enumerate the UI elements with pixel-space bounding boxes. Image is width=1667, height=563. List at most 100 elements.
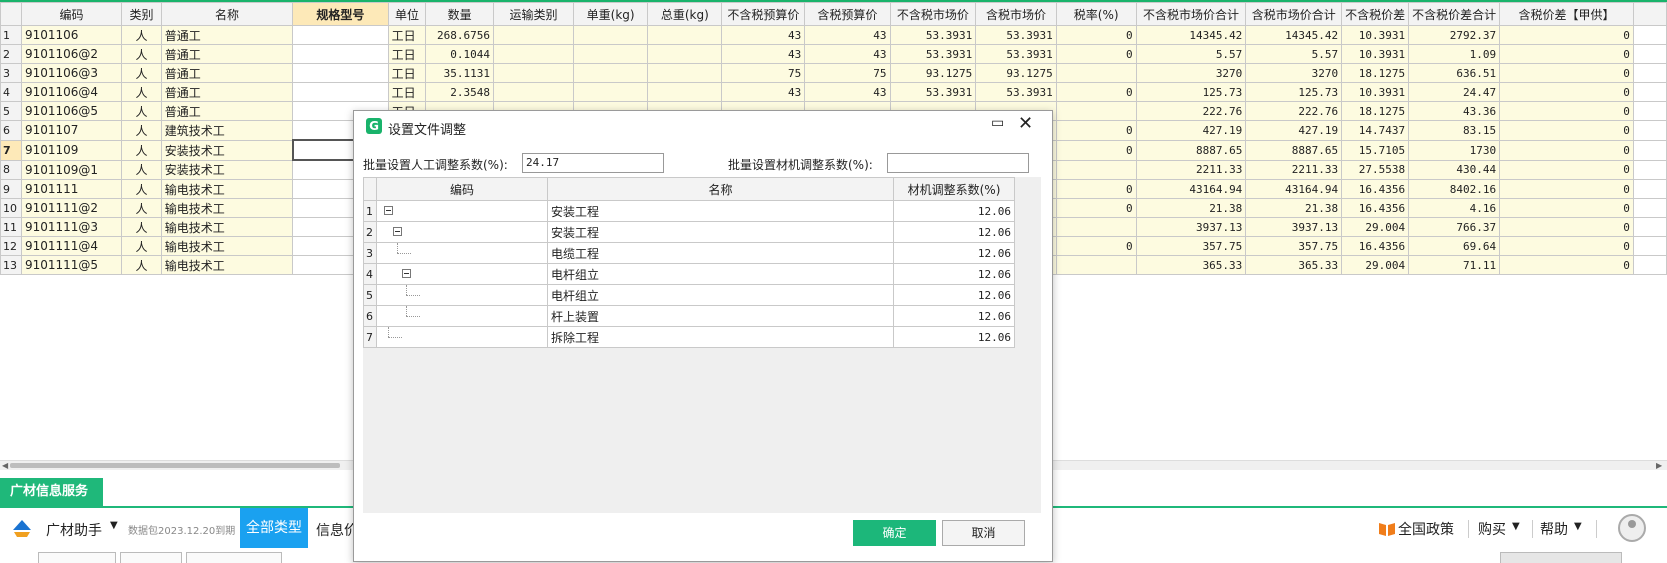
collapse-icon[interactable] xyxy=(402,269,411,278)
cell[interactable] xyxy=(292,44,389,64)
cell-d1[interactable]: 15.7105 xyxy=(1341,139,1410,161)
cell-tax[interactable] xyxy=(1055,159,1137,180)
column-header[interactable]: 单重(kg) xyxy=(572,2,649,26)
user-avatar-icon[interactable] xyxy=(1618,514,1646,542)
buy-dropdown-icon[interactable]: ▼ xyxy=(1512,521,1520,532)
cell-cat[interactable]: 人 xyxy=(121,25,162,45)
column-header[interactable]: 不含税市场价合计 xyxy=(1135,2,1247,26)
cell-d1[interactable]: 14.7437 xyxy=(1341,120,1410,141)
cell-d2[interactable]: 636.51 xyxy=(1408,63,1501,83)
cell-qty[interactable]: 2.3548 xyxy=(425,82,494,102)
cell-cat[interactable]: 人 xyxy=(121,217,162,237)
tree-code-cell[interactable] xyxy=(376,242,548,264)
cell-t1[interactable]: 8887.65 xyxy=(1135,139,1247,161)
tree-code-cell[interactable] xyxy=(376,305,548,327)
cell-code[interactable]: 9101109 xyxy=(20,139,123,161)
cell-d1[interactable]: 29.004 xyxy=(1341,255,1410,275)
cell-code[interactable]: 9101106@5 xyxy=(20,101,123,121)
cell-p1[interactable]: 75 xyxy=(721,63,806,83)
cell-cat[interactable]: 人 xyxy=(121,63,162,83)
tree-coef-cell[interactable]: 12.06 xyxy=(893,242,1015,264)
cell-name[interactable]: 建筑技术工 xyxy=(160,120,294,141)
cell-t2[interactable]: 427.19 xyxy=(1245,120,1343,141)
cell-name[interactable]: 输电技术工 xyxy=(160,198,294,218)
cell[interactable] xyxy=(493,25,574,45)
cell-d2[interactable]: 4.16 xyxy=(1408,198,1501,218)
help-dropdown-icon[interactable]: ▼ xyxy=(1574,521,1582,532)
cell-d2[interactable]: 1.09 xyxy=(1408,44,1501,64)
cell-qty[interactable]: 35.1131 xyxy=(425,63,494,83)
cell-name[interactable]: 普通工 xyxy=(160,44,294,64)
cell-t1[interactable]: 357.75 xyxy=(1135,236,1247,256)
cell[interactable] xyxy=(572,44,649,64)
cell-name[interactable]: 普通工 xyxy=(160,101,294,121)
tree-row[interactable]: 3 电缆工程 12.06 xyxy=(363,242,1015,264)
cell[interactable] xyxy=(493,82,574,102)
cell-cat[interactable]: 人 xyxy=(121,120,162,141)
cell-code[interactable]: 9101109@1 xyxy=(20,159,123,180)
cell-t2[interactable]: 14345.42 xyxy=(1245,25,1343,45)
cell-t1[interactable]: 21.38 xyxy=(1135,198,1247,218)
table-row[interactable]: 4 9101106@4 人普通工 工日 2.3548 43 43 53.3931 53.3931… xyxy=(0,82,1667,102)
cell-d3[interactable]: 0 xyxy=(1499,82,1634,102)
cell-unit[interactable]: 工日 xyxy=(387,25,427,45)
cell-t2[interactable]: 5.57 xyxy=(1245,44,1343,64)
cell-unit[interactable]: 工日 xyxy=(387,44,427,64)
cell-t1[interactable]: 5.57 xyxy=(1135,44,1247,64)
cell-t1[interactable]: 125.73 xyxy=(1135,82,1247,102)
cell-p2[interactable]: 75 xyxy=(804,63,891,83)
tree-name-cell[interactable]: 安装工程 xyxy=(547,221,894,243)
cell-code[interactable]: 9101111 xyxy=(20,179,123,199)
cell-code[interactable]: 9101107 xyxy=(20,120,123,141)
cell-t2[interactable]: 21.38 xyxy=(1245,198,1343,218)
cell-d2[interactable]: 69.64 xyxy=(1408,236,1501,256)
tree-row[interactable]: 7 拆除工程 12.06 xyxy=(363,326,1015,348)
cell-tax[interactable] xyxy=(1055,63,1137,83)
cell-d3[interactable]: 0 xyxy=(1499,179,1634,199)
cell-p3[interactable]: 53.3931 xyxy=(889,25,977,45)
tree-coef-cell[interactable]: 12.06 xyxy=(893,263,1015,285)
cell-cat[interactable]: 人 xyxy=(121,198,162,218)
cell-d3[interactable]: 0 xyxy=(1499,198,1634,218)
column-header[interactable]: 不含税市场价 xyxy=(889,2,977,26)
cell-p1[interactable]: 43 xyxy=(721,82,806,102)
column-header[interactable]: 含税市场价合计 xyxy=(1245,2,1343,26)
cell-p1[interactable]: 43 xyxy=(721,44,806,64)
cell[interactable] xyxy=(292,82,389,102)
cell-cat[interactable]: 人 xyxy=(121,236,162,256)
cell-d2[interactable]: 430.44 xyxy=(1408,159,1501,180)
cell-d1[interactable]: 10.3931 xyxy=(1341,82,1410,102)
cell-name[interactable]: 普通工 xyxy=(160,63,294,83)
service-tab[interactable]: 广材信息服务 xyxy=(0,478,103,506)
bottom-field[interactable] xyxy=(1500,552,1622,563)
cell-t2[interactable]: 222.76 xyxy=(1245,101,1343,121)
cell-cat[interactable]: 人 xyxy=(121,255,162,275)
column-header[interactable]: 编码 xyxy=(20,2,123,26)
bottom-field[interactable] xyxy=(186,552,282,563)
cell-t2[interactable]: 8887.65 xyxy=(1245,139,1343,161)
assistant-dropdown-icon[interactable]: ▼ xyxy=(110,520,118,531)
tree-column-header[interactable]: 材机调整系数(%) xyxy=(893,177,1015,201)
cell-t2[interactable]: 125.73 xyxy=(1245,82,1343,102)
cell-t2[interactable]: 357.75 xyxy=(1245,236,1343,256)
table-row[interactable]: 1 9101106 人普通工 工日 268.6756 43 43 53.3931 53.3931… xyxy=(0,25,1667,45)
column-header[interactable]: 数量 xyxy=(425,2,494,26)
cell[interactable] xyxy=(493,44,574,64)
cell-code[interactable]: 9101106@2 xyxy=(20,44,123,64)
cell-name[interactable]: 安装技术工 xyxy=(160,139,294,161)
cell-d3[interactable]: 0 xyxy=(1499,236,1634,256)
cell-t1[interactable]: 365.33 xyxy=(1135,255,1247,275)
cell-tax[interactable] xyxy=(1055,101,1137,121)
material-coef-input[interactable] xyxy=(887,153,1029,173)
cell-d3[interactable]: 0 xyxy=(1499,255,1634,275)
cell-name[interactable]: 普通工 xyxy=(160,82,294,102)
tree-code-cell[interactable] xyxy=(376,326,548,348)
collapse-icon[interactable] xyxy=(384,206,393,215)
cell-p3[interactable]: 93.1275 xyxy=(889,63,977,83)
cell-t1[interactable]: 2211.33 xyxy=(1135,159,1247,180)
tree-row[interactable]: 4 电杆组立 12.06 xyxy=(363,263,1015,285)
tree-name-cell[interactable]: 杆上装置 xyxy=(547,305,894,327)
column-header[interactable]: 类别 xyxy=(121,2,162,26)
close-icon[interactable]: ✕ xyxy=(1018,113,1033,134)
cell-d1[interactable]: 16.4356 xyxy=(1341,198,1410,218)
